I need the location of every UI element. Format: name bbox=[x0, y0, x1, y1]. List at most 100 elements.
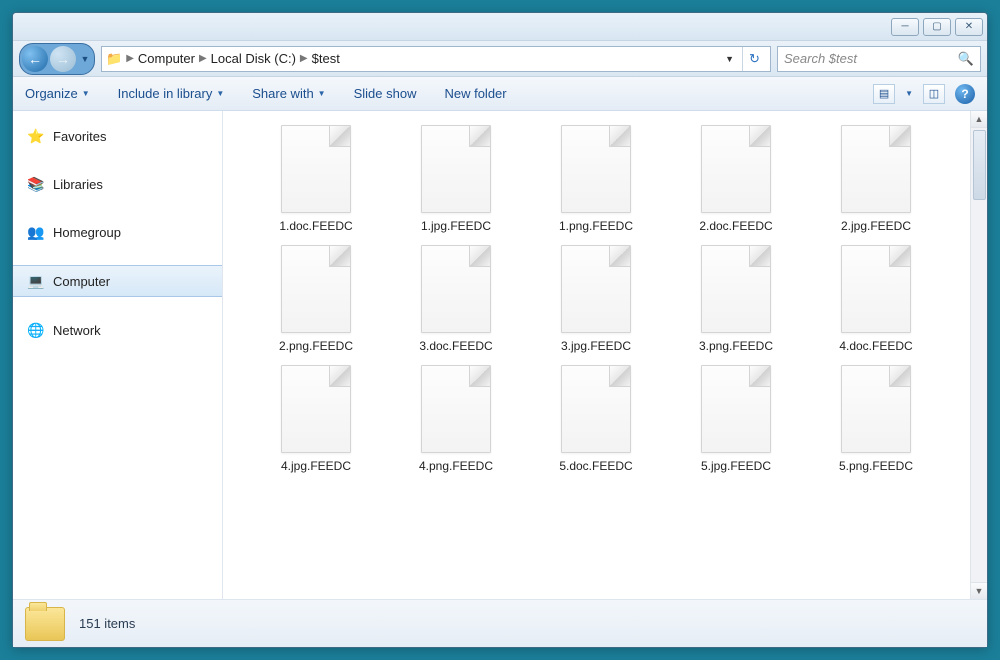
file-icon bbox=[701, 365, 771, 453]
file-item[interactable]: 2.doc.FEEDC bbox=[671, 125, 801, 233]
address-bar[interactable]: 📁 ▶ Computer ▶ Local Disk (C:) ▶ $test ▼… bbox=[101, 46, 771, 72]
file-item[interactable]: 2.jpg.FEEDC bbox=[811, 125, 941, 233]
file-icon bbox=[841, 125, 911, 213]
search-icon: 🔍 bbox=[958, 51, 974, 67]
chevron-down-icon: ▼ bbox=[216, 89, 224, 98]
file-name: 5.png.FEEDC bbox=[839, 459, 913, 473]
file-icon bbox=[421, 125, 491, 213]
homegroup-icon: 👥 bbox=[27, 223, 45, 241]
computer-icon: 💻 bbox=[27, 272, 45, 290]
file-icon bbox=[281, 245, 351, 333]
breadcrumb-current[interactable]: $test bbox=[312, 51, 340, 66]
statusbar: 151 items bbox=[13, 599, 987, 647]
file-item[interactable]: 4.png.FEEDC bbox=[391, 365, 521, 473]
item-count: 151 items bbox=[79, 616, 135, 631]
file-name: 4.png.FEEDC bbox=[419, 459, 493, 473]
file-name: 4.doc.FEEDC bbox=[839, 339, 912, 353]
file-name: 1.doc.FEEDC bbox=[279, 219, 352, 233]
file-icon bbox=[841, 365, 911, 453]
organize-menu[interactable]: Organize▼ bbox=[25, 86, 90, 101]
view-options-button[interactable]: ▤ bbox=[873, 84, 895, 104]
nav-buttons: ← → ▼ bbox=[19, 43, 95, 75]
sidebar-item-label: Homegroup bbox=[53, 225, 121, 240]
sidebar-item-homegroup[interactable]: 👥 Homegroup bbox=[13, 217, 222, 247]
file-name: 2.png.FEEDC bbox=[279, 339, 353, 353]
share-with-menu[interactable]: Share with▼ bbox=[252, 86, 325, 101]
search-placeholder: Search $test bbox=[784, 51, 857, 66]
file-grid: 1.doc.FEEDC 1.jpg.FEEDC 1.png.FEEDC 2.doc.F… bbox=[223, 111, 987, 481]
file-name: 1.jpg.FEEDC bbox=[421, 219, 491, 233]
file-icon bbox=[701, 245, 771, 333]
address-dropdown-icon[interactable]: ▼ bbox=[721, 54, 738, 64]
sidebar-item-label: Libraries bbox=[53, 177, 103, 192]
file-name: 2.doc.FEEDC bbox=[699, 219, 772, 233]
file-item[interactable]: 2.png.FEEDC bbox=[251, 245, 381, 353]
chevron-down-icon: ▼ bbox=[318, 89, 326, 98]
sidebar-item-label: Network bbox=[53, 323, 101, 338]
file-item[interactable]: 3.jpg.FEEDC bbox=[531, 245, 661, 353]
help-button[interactable]: ? bbox=[955, 84, 975, 104]
breadcrumb-separator-icon: ▶ bbox=[126, 53, 134, 64]
file-item[interactable]: 1.png.FEEDC bbox=[531, 125, 661, 233]
preview-pane-button[interactable]: ◫ bbox=[923, 84, 945, 104]
file-icon bbox=[281, 125, 351, 213]
search-input[interactable]: Search $test 🔍 bbox=[777, 46, 981, 72]
slideshow-button[interactable]: Slide show bbox=[354, 86, 417, 101]
file-name: 2.jpg.FEEDC bbox=[841, 219, 911, 233]
nav-history-dropdown[interactable]: ▼ bbox=[78, 46, 92, 72]
file-item[interactable]: 5.doc.FEEDC bbox=[531, 365, 661, 473]
breadcrumb-computer[interactable]: Computer bbox=[138, 51, 195, 66]
back-button[interactable]: ← bbox=[22, 46, 48, 72]
maximize-button[interactable]: ▢ bbox=[923, 18, 951, 36]
sidebar-item-label: Computer bbox=[53, 274, 110, 289]
navigation-pane: ⭐ Favorites 📚Libraries 👥 Homegroup 💻 Comput… bbox=[13, 111, 223, 599]
toolbar: Organize▼ Include in library▼ Share with… bbox=[13, 77, 987, 111]
close-button[interactable]: ✕ bbox=[955, 18, 983, 36]
chevron-down-icon[interactable]: ▼ bbox=[905, 89, 913, 98]
scroll-thumb[interactable] bbox=[973, 130, 986, 200]
file-item[interactable]: 5.png.FEEDC bbox=[811, 365, 941, 473]
body: ⭐ Favorites 📚Libraries 👥 Homegroup 💻 Comput… bbox=[13, 111, 987, 599]
file-name: 3.png.FEEDC bbox=[699, 339, 773, 353]
include-library-menu[interactable]: Include in library▼ bbox=[118, 86, 225, 101]
sidebar-item-label: Favorites bbox=[53, 129, 106, 144]
file-item[interactable]: 4.doc.FEEDC bbox=[811, 245, 941, 353]
file-icon bbox=[561, 365, 631, 453]
file-name: 3.doc.FEEDC bbox=[419, 339, 492, 353]
explorer-window: ─ ▢ ✕ ← → ▼ 📁 ▶ Computer ▶ Local Disk (C… bbox=[12, 12, 988, 648]
file-item[interactable]: 3.png.FEEDC bbox=[671, 245, 801, 353]
file-item[interactable]: 1.jpg.FEEDC bbox=[391, 125, 521, 233]
file-view[interactable]: 1.doc.FEEDC 1.jpg.FEEDC 1.png.FEEDC 2.doc.F… bbox=[223, 111, 987, 599]
file-name: 4.jpg.FEEDC bbox=[281, 459, 351, 473]
file-item[interactable]: 4.jpg.FEEDC bbox=[251, 365, 381, 473]
breadcrumb-localdisk[interactable]: Local Disk (C:) bbox=[211, 51, 296, 66]
refresh-button[interactable]: ↻ bbox=[742, 47, 766, 71]
chevron-down-icon: ▼ bbox=[82, 89, 90, 98]
minimize-button[interactable]: ─ bbox=[891, 18, 919, 36]
sidebar-item-favorites[interactable]: ⭐ Favorites bbox=[13, 121, 222, 151]
folder-icon bbox=[25, 607, 65, 641]
sidebar-item-computer[interactable]: 💻 Computer bbox=[13, 265, 222, 297]
file-icon bbox=[701, 125, 771, 213]
file-icon bbox=[561, 245, 631, 333]
scroll-up-icon[interactable]: ▲ bbox=[971, 111, 987, 128]
star-icon: ⭐ bbox=[27, 127, 45, 145]
titlebar: ─ ▢ ✕ bbox=[13, 13, 987, 41]
folder-icon: 📁 bbox=[106, 51, 122, 67]
scrollbar[interactable]: ▲ ▼ bbox=[970, 111, 987, 599]
file-icon bbox=[421, 365, 491, 453]
file-icon bbox=[561, 125, 631, 213]
new-folder-button[interactable]: New folder bbox=[444, 86, 506, 101]
file-item[interactable]: 3.doc.FEEDC bbox=[391, 245, 521, 353]
network-icon: 🌐 bbox=[27, 321, 45, 339]
file-item[interactable]: 5.jpg.FEEDC bbox=[671, 365, 801, 473]
sidebar-item-network[interactable]: 🌐 Network bbox=[13, 315, 222, 345]
file-item[interactable]: 1.doc.FEEDC bbox=[251, 125, 381, 233]
address-row: ← → ▼ 📁 ▶ Computer ▶ Local Disk (C:) ▶ $… bbox=[13, 41, 987, 77]
file-name: 1.png.FEEDC bbox=[559, 219, 633, 233]
file-icon bbox=[281, 365, 351, 453]
sidebar-item-libraries[interactable]: 📚Libraries bbox=[13, 169, 222, 199]
scroll-down-icon[interactable]: ▼ bbox=[971, 582, 987, 599]
forward-button[interactable]: → bbox=[50, 46, 76, 72]
file-icon bbox=[841, 245, 911, 333]
